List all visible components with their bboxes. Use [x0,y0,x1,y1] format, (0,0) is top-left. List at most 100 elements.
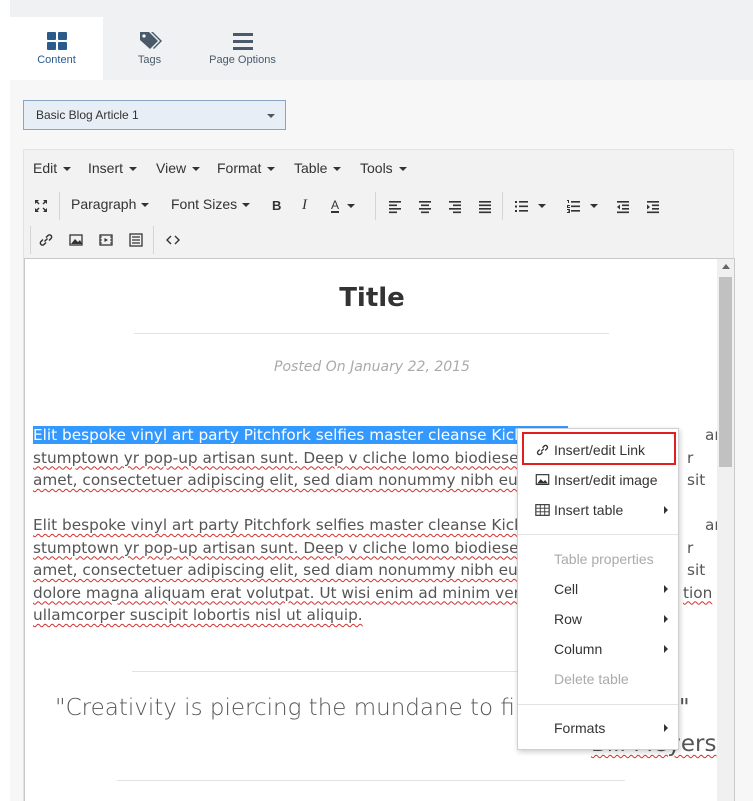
text-color-icon: A [331,198,340,213]
chevron-down-icon [333,167,342,172]
chevron-down-icon [398,167,407,172]
bullet-list-button[interactable] [512,197,552,215]
posted-date: Posted On January 22, 2015 [274,359,470,375]
chevron-down-icon [267,167,276,172]
chevron-down-icon [590,204,598,208]
chevron-down-icon [129,167,138,172]
numbered-list-icon [567,200,580,213]
context-menu-label: Formats [554,720,606,736]
chevron-down-icon [538,204,546,208]
divider [117,780,625,781]
outdent-icon[interactable] [614,197,632,215]
selected-text: Elit bespoke vinyl art party Pitchfork s… [33,426,569,444]
chevron-right-icon [664,506,668,514]
align-center-icon[interactable] [416,197,434,215]
chevron-down-icon [242,203,251,208]
context-menu-item-insert-table[interactable]: Insert table [518,496,678,524]
paragraph-2-line-5: ullamcorper suscipit lobortis nisl ut al… [33,606,363,624]
fullscreen-icon[interactable] [32,197,50,215]
media-icon[interactable] [97,231,115,249]
context-menu-label: Column [554,641,603,657]
context-menu-item-insert-image[interactable]: Insert/edit image [518,466,678,494]
scrollbar[interactable] [717,259,734,801]
menu-insert-label: Insert [88,160,124,176]
italic-icon[interactable]: I [302,197,307,214]
chevron-right-icon [664,724,668,732]
chevron-down-icon [192,167,201,172]
template-select[interactable]: Basic Blog Article 1 [23,100,286,130]
highlight-box [522,432,676,465]
menu-view[interactable]: View [156,160,201,176]
article-title: Title [339,283,405,313]
chevron-down-icon [141,203,150,208]
context-menu-label: Table properties [554,551,654,567]
blockquote-text: "Creativity is piercing the mundane to f… [55,695,561,721]
context-menu-label: Cell [554,581,579,597]
bold-icon[interactable]: B [272,198,281,213]
editor-toolbar-row-2 [24,226,733,256]
text-color-button[interactable]: A [331,198,356,213]
menu-tools[interactable]: Tools [360,160,407,176]
context-menu-label: Insert table [554,502,624,518]
toolbar-divider [153,226,154,254]
align-right-icon[interactable] [446,197,464,215]
context-menu-label: Delete table [554,671,629,687]
tab-page-options[interactable]: Page Options [196,17,289,80]
menu-view-label: View [156,160,187,176]
tags-icon [139,32,162,49]
menu-table-label: Table [294,160,328,176]
block-format-label: Paragraph [71,196,137,212]
tab-bar: Content Tags Page Options [10,17,753,80]
image-icon [535,474,550,486]
indent-icon[interactable] [644,197,662,215]
chevron-right-icon [664,645,668,653]
tab-tags[interactable]: Tags [103,17,196,80]
tab-page-options-label: Page Options [209,54,276,66]
block-format-dropdown[interactable]: Paragraph [71,196,150,212]
paragraph-2-line-3: amet, consectetuer adipiscing elit, sed … [33,561,564,579]
paragraph-1-line-3: amet, consectetuer adipiscing elit, sed … [33,471,564,489]
chevron-down-icon [63,167,72,172]
context-menu-item-cell[interactable]: Cell [518,575,678,603]
tab-content-label: Content [37,54,76,66]
table-icon [535,504,550,516]
context-menu-label: Insert/edit image [554,472,658,488]
grid-icon [46,32,67,50]
font-sizes-label: Font Sizes [171,196,238,212]
font-sizes-dropdown[interactable]: Font Sizes [171,196,251,212]
numbered-list-button[interactable] [564,197,604,215]
toolbar-divider [502,192,503,220]
scroll-up-arrow-icon[interactable] [722,264,730,269]
chevron-right-icon [664,615,668,623]
paragraph-1-line-2: stumptown yr pop-up artisan sunt. Deep v… [33,448,559,467]
menu-table[interactable]: Table [294,160,342,176]
chevron-right-icon [664,585,668,593]
align-left-icon[interactable] [386,197,404,215]
menu-insert[interactable]: Insert [88,160,138,176]
template-select-value: Basic Blog Article 1 [36,108,139,122]
menu-format[interactable]: Format [217,160,276,176]
image-icon[interactable] [67,231,85,249]
context-menu-divider [518,534,678,535]
context-menu-item-column[interactable]: Column [518,635,678,663]
context-menu-divider [518,704,678,705]
template-icon[interactable] [127,231,145,249]
align-justify-icon[interactable] [476,197,494,215]
chevron-down-icon [347,203,356,208]
editor-toolbar-row-1: Paragraph Font Sizes B I A [24,190,733,222]
menu-tools-label: Tools [360,160,393,176]
toolbar-divider [30,226,31,254]
toolbar-divider [375,192,376,220]
scrollbar-thumb[interactable] [719,277,732,467]
toolbar-divider [59,192,60,220]
bullet-list-icon [515,201,528,212]
context-menu-item-row[interactable]: Row [518,605,678,633]
blockquote-end: " [679,695,690,721]
source-code-icon[interactable] [164,231,182,249]
context-menu-item-formats[interactable]: Formats [518,714,678,742]
link-icon[interactable] [37,231,55,249]
chevron-down-icon [267,114,275,118]
tab-content[interactable]: Content [10,17,103,80]
menu-edit[interactable]: Edit [33,160,72,176]
paragraph-2-line-1: Elit bespoke vinyl art party Pitchfork s… [33,516,569,534]
